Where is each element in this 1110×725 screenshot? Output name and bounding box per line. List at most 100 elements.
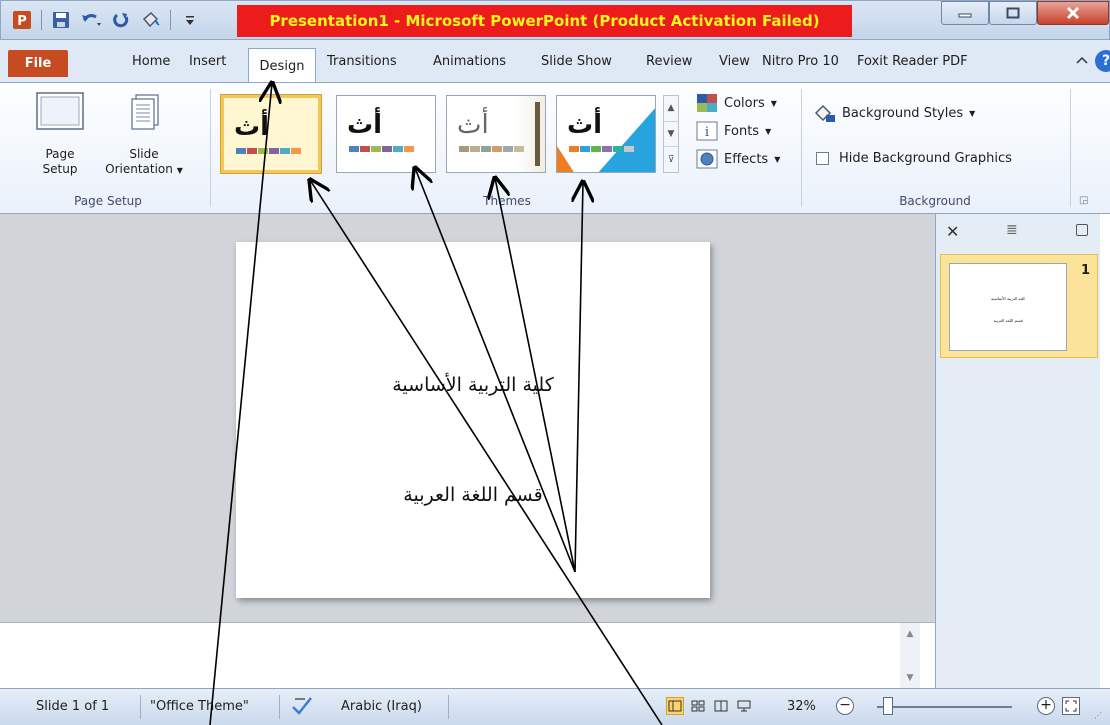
normal-view-icon[interactable] — [666, 697, 684, 715]
theme-color-bars — [459, 146, 524, 152]
resize-grip-icon[interactable]: ⋰ — [1094, 711, 1102, 720]
group-separator — [210, 89, 211, 207]
theme-color-bars — [236, 148, 301, 154]
outline-icon[interactable]: ≣ — [1006, 222, 1018, 238]
slides-pane-header: ✕ ≣ — [936, 214, 1101, 248]
slide-number: 1 — [1081, 263, 1091, 278]
theme-fonts-icon: i — [696, 121, 718, 141]
title-bar: P Presentation1 - Microsoft PowerPoint (… — [0, 0, 1110, 40]
slide-orientation-button[interactable]: Slide Orientation ▼ — [88, 89, 200, 178]
theme-colors-button[interactable]: Colors ▼ — [696, 93, 777, 113]
language-indicator[interactable]: Arabic (Iraq) — [341, 699, 422, 714]
svg-text:i: i — [705, 125, 709, 140]
page-setup-group-label: Page Setup — [74, 194, 142, 208]
minimize-ribbon-icon[interactable] — [1075, 54, 1089, 69]
theme-fonts-button[interactable]: i Fonts ▼ — [696, 121, 771, 141]
slide-show-view-icon[interactable] — [735, 697, 753, 715]
theme-thumbnail-2[interactable]: أث — [336, 95, 436, 173]
theme-thumbnail-glyph: أث — [347, 110, 383, 140]
slide-subtitle-text[interactable]: قسم اللغة العربية — [236, 484, 710, 506]
gallery-scroll-down-icon[interactable]: ▼ — [664, 122, 678, 148]
zoom-in-icon[interactable]: + — [1037, 697, 1055, 715]
tab-animations[interactable]: Animations — [433, 54, 506, 69]
theme-thumbnail-3[interactable]: أث — [446, 95, 546, 173]
page-setup-button[interactable]: Page Setup — [34, 89, 86, 177]
zoom-out-icon[interactable]: − — [836, 697, 854, 715]
background-group-label: Background — [899, 194, 971, 208]
slide-canvas[interactable]: كلية التربية الأساسية قسم اللغة العربية — [236, 242, 710, 598]
tab-review[interactable]: Review — [646, 54, 692, 69]
hide-background-graphics-checkbox[interactable]: Hide Background Graphics — [816, 151, 1012, 166]
close-icon[interactable]: ✕ — [946, 222, 959, 241]
tab-insert[interactable]: Insert — [189, 54, 226, 69]
group-separator — [1070, 89, 1071, 207]
help-icon[interactable]: ? — [1095, 50, 1110, 72]
tab-transitions[interactable]: Transitions — [327, 54, 397, 69]
background-styles-label: Background Styles — [842, 105, 964, 121]
slide-sorter-view-icon[interactable] — [689, 697, 707, 715]
pane-minimize-icon[interactable] — [1076, 224, 1088, 236]
theme-thumbnail-office[interactable]: أث — [221, 95, 321, 173]
powerpoint-app-icon[interactable]: P — [11, 9, 33, 31]
slide-editing-area[interactable]: كلية التربية الأساسية قسم اللغة العربية — [0, 214, 935, 622]
status-bar: Slide 1 of 1 "Office Theme" Arabic (Iraq… — [0, 688, 1110, 725]
theme-thumbnail-4[interactable]: أث — [556, 95, 656, 173]
chevron-down-icon: ▼ — [770, 98, 777, 108]
paint-bucket-icon[interactable] — [140, 9, 162, 31]
status-separator — [279, 695, 280, 719]
tab-design[interactable]: Design — [248, 48, 316, 84]
slide-title-text[interactable]: كلية التربية الأساسية — [236, 374, 710, 396]
theme-name[interactable]: "Office Theme" — [150, 699, 249, 714]
minimize-button[interactable] — [941, 1, 989, 25]
tab-slide-show[interactable]: Slide Show — [541, 54, 612, 69]
thumbnail-subtitle-text: قسم اللغة العربية — [993, 318, 1023, 323]
page-setup-icon — [36, 92, 84, 130]
spelling-check-icon[interactable] — [291, 695, 313, 719]
ribbon-tab-row: File Home Insert Design Transitions Anim… — [0, 40, 1110, 84]
slide-orientation-icon — [131, 94, 159, 130]
gallery-scroll-up-icon[interactable]: ▲ — [664, 96, 678, 122]
save-icon[interactable] — [50, 9, 72, 31]
undo-icon[interactable] — [80, 9, 102, 31]
scroll-up-icon[interactable]: ▲ — [907, 629, 914, 639]
slide-orientation-label-1: Slide — [129, 147, 159, 161]
slide-thumbnail[interactable]: كلية التربية الأساسية قسم اللغة العربية — [949, 263, 1067, 351]
checkbox-box[interactable] — [816, 152, 829, 165]
quick-access-toolbar: P — [11, 7, 201, 33]
zoom-level[interactable]: 32% — [787, 699, 816, 714]
dialog-launcher-icon[interactable]: ◲ — [1079, 195, 1088, 206]
theme-thumbnail-glyph: أث — [234, 112, 270, 142]
qat-separator — [41, 10, 42, 30]
background-styles-button[interactable]: Background Styles ▼ — [812, 103, 975, 123]
maximize-button[interactable] — [989, 1, 1037, 25]
chevron-down-icon: ▼ — [774, 154, 781, 164]
theme-effects-button[interactable]: Effects ▼ — [696, 149, 780, 169]
fit-slide-icon[interactable] — [1062, 697, 1080, 715]
notes-pane[interactable]: ▲ ▼ — [0, 622, 935, 689]
slide-counter: Slide 1 of 1 — [36, 699, 110, 714]
zoom-slider-thumb[interactable] — [883, 697, 894, 715]
slide-thumbnail-selected[interactable]: كلية التربية الأساسية قسم اللغة العربية … — [940, 254, 1098, 358]
slides-pane: ✕ ≣ كلية التربية الأساسية قسم اللغة العر… — [935, 214, 1100, 688]
theme-gallery-scroll: ▲ ▼ ⊽ — [663, 95, 679, 173]
svg-text:P: P — [17, 14, 27, 29]
tab-nitro-pro[interactable]: Nitro Pro 10 — [762, 54, 839, 69]
theme-colors-icon — [697, 94, 717, 112]
customize-qat-icon[interactable] — [179, 9, 201, 31]
tab-foxit-reader[interactable]: Foxit Reader PDF — [857, 54, 968, 69]
scroll-down-icon[interactable]: ▼ — [907, 673, 914, 683]
gallery-more-icon[interactable]: ⊽ — [664, 147, 678, 172]
theme-fonts-label: Fonts — [724, 123, 760, 139]
theme-accent-bar — [535, 102, 540, 166]
notes-scrollbar[interactable]: ▲ ▼ — [900, 623, 920, 689]
tab-view[interactable]: View — [719, 54, 750, 69]
zoom-slider-track[interactable] — [877, 706, 1012, 708]
theme-thumbnail-glyph: أث — [567, 110, 603, 140]
tab-file[interactable]: File — [8, 50, 68, 77]
close-window-button[interactable] — [1037, 1, 1109, 25]
theme-effects-label: Effects — [724, 151, 769, 167]
tab-home[interactable]: Home — [132, 54, 170, 69]
thumbnail-title-text: كلية التربية الأساسية — [991, 296, 1025, 301]
redo-icon[interactable] — [110, 9, 132, 31]
reading-view-icon[interactable] — [712, 697, 730, 715]
